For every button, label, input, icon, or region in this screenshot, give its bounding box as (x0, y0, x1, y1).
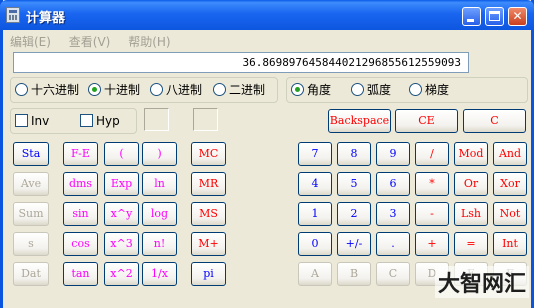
lsh-button[interactable]: Lsh (454, 202, 488, 226)
s-button[interactable]: s (13, 232, 49, 256)
memory-recall-button[interactable]: MR (191, 172, 226, 196)
memory-clear-button[interactable]: MC (191, 142, 226, 166)
exp-button[interactable]: Exp (104, 172, 139, 196)
radio-dec[interactable]: 十进制 (88, 83, 140, 97)
fe-button[interactable]: F-E (63, 142, 98, 166)
radio-radians[interactable]: 弧度 (351, 83, 391, 97)
digit-6-button[interactable]: 6 (376, 172, 410, 196)
hex-c-button[interactable]: C (376, 262, 410, 286)
mod-button[interactable]: Mod (454, 142, 488, 166)
factorial-button[interactable]: n! (142, 232, 177, 256)
cos-button[interactable]: cos (63, 232, 98, 256)
maximize-button[interactable] (485, 7, 504, 26)
divide-button[interactable]: / (415, 142, 449, 166)
pi-button[interactable]: pi (191, 262, 226, 286)
calculator-window: 计算器 ✕ 编辑(E) 查看(V) 帮助(H) 36.8698976458440… (0, 0, 534, 308)
checkbox-box (80, 114, 93, 127)
menu-view[interactable]: 查看(V) (69, 35, 111, 49)
dms-button[interactable]: dms (63, 172, 98, 196)
radio-bin[interactable]: 二进制 (213, 83, 265, 97)
radio-dot-selected (291, 83, 304, 96)
menu-help[interactable]: 帮助(H) (128, 35, 170, 49)
open-paren-button[interactable]: ( (104, 142, 139, 166)
hex-a-button[interactable]: A (298, 262, 332, 286)
not-button[interactable]: Not (493, 202, 527, 226)
result-display[interactable]: 36.869897645844021296855612559093 (13, 52, 469, 73)
radio-dot (409, 83, 422, 96)
digit-0-button[interactable]: 0 (298, 232, 332, 256)
hyp-checkbox[interactable]: Hyp (80, 114, 120, 128)
add-button[interactable]: + (415, 232, 449, 256)
dat-button[interactable]: Dat (13, 262, 49, 286)
and-button[interactable]: And (493, 142, 527, 166)
window-title: 计算器 (26, 11, 66, 26)
digit-3-button[interactable]: 3 (376, 202, 410, 226)
memory-store-button[interactable]: MS (191, 202, 226, 226)
digit-2-button[interactable]: 2 (337, 202, 371, 226)
sin-button[interactable]: sin (63, 202, 98, 226)
sign-button[interactable]: +/- (337, 232, 371, 256)
close-button[interactable]: ✕ (508, 7, 527, 26)
or-button[interactable]: Or (454, 172, 488, 196)
checkbox-box (15, 114, 28, 127)
digit-9-button[interactable]: 9 (376, 142, 410, 166)
calculator-icon (6, 7, 20, 23)
memory-add-button[interactable]: M+ (191, 232, 226, 256)
equals-button[interactable]: = (454, 232, 488, 256)
radio-dot (351, 83, 364, 96)
sta-button[interactable]: Sta (13, 142, 49, 166)
ln-button[interactable]: ln (142, 172, 177, 196)
clear-entry-button[interactable]: CE (395, 109, 458, 133)
ave-button[interactable]: Ave (13, 172, 49, 196)
memory-indicator (193, 108, 218, 131)
int-button[interactable]: Int (493, 232, 527, 256)
radio-gradients[interactable]: 梯度 (409, 83, 449, 97)
sum-button[interactable]: Sum (13, 202, 49, 226)
xor-button[interactable]: Xor (493, 172, 527, 196)
menu-edit[interactable]: 编辑(E) (10, 35, 51, 49)
clear-button[interactable]: C (463, 109, 526, 133)
digit-1-button[interactable]: 1 (298, 202, 332, 226)
tan-button[interactable]: tan (63, 262, 98, 286)
radio-dot (150, 83, 163, 96)
square-button[interactable]: x^2 (104, 262, 139, 286)
menu-bar: 编辑(E) 查看(V) 帮助(H) (10, 33, 185, 49)
digit-4-button[interactable]: 4 (298, 172, 332, 196)
reciprocal-button[interactable]: 1/x (142, 262, 177, 286)
digit-7-button[interactable]: 7 (298, 142, 332, 166)
minimize-button[interactable] (462, 7, 481, 26)
radio-dot (15, 83, 28, 96)
backspace-button[interactable]: Backspace (328, 109, 391, 133)
digit-5-button[interactable]: 5 (337, 172, 371, 196)
close-paren-button[interactable]: ) (142, 142, 177, 166)
radio-dot-selected (88, 83, 101, 96)
cube-button[interactable]: x^3 (104, 232, 139, 256)
radio-oct[interactable]: 八进制 (150, 83, 202, 97)
log-button[interactable]: log (142, 202, 177, 226)
watermark-text: 大智网汇 (435, 266, 530, 298)
inv-checkbox[interactable]: Inv (15, 114, 49, 128)
radio-degrees[interactable]: 角度 (291, 83, 331, 97)
digit-8-button[interactable]: 8 (337, 142, 371, 166)
power-button[interactable]: x^y (104, 202, 139, 226)
radio-dot (213, 83, 226, 96)
hex-b-button[interactable]: B (337, 262, 371, 286)
title-bar[interactable]: 计算器 ✕ (0, 0, 534, 30)
parenthesis-indicator (144, 108, 169, 131)
decimal-button[interactable]: . (376, 232, 410, 256)
subtract-button[interactable]: - (415, 202, 449, 226)
radio-hex[interactable]: 十六进制 (15, 83, 79, 97)
multiply-button[interactable]: * (415, 172, 449, 196)
